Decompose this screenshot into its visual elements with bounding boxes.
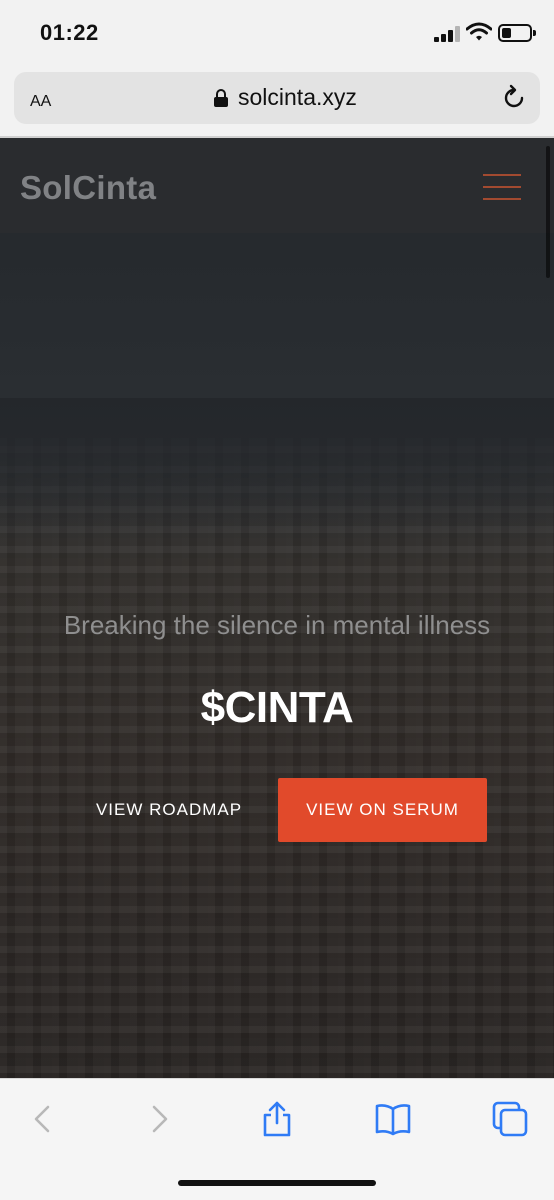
address-bar[interactable]: AA solcinta.xyz <box>14 72 540 124</box>
home-indicator[interactable] <box>178 1180 376 1186</box>
view-roadmap-button[interactable]: VIEW ROADMAP <box>88 778 250 842</box>
wifi-icon <box>466 22 492 41</box>
reload-icon[interactable] <box>500 84 528 112</box>
hero-ticker: $CINTA <box>200 683 354 732</box>
view-on-serum-button[interactable]: VIEW ON SERUM <box>278 778 487 842</box>
chevron-right-icon[interactable] <box>140 1099 180 1139</box>
url-text: solcinta.xyz <box>238 84 357 110</box>
site-header: SolCinta <box>0 138 554 233</box>
status-bar: 01:22 <box>0 0 554 66</box>
battery-icon <box>498 24 536 42</box>
tabs-icon[interactable] <box>490 1099 530 1139</box>
site-logo[interactable]: SolCinta <box>20 169 156 207</box>
chevron-left-icon[interactable] <box>22 1099 62 1139</box>
hero-horizon-fade <box>0 398 554 538</box>
text-size-button[interactable]: AA <box>30 86 51 112</box>
page-scrollbar[interactable] <box>546 146 550 278</box>
cellular-signal-icon <box>434 26 460 42</box>
share-icon[interactable] <box>257 1099 297 1139</box>
web-viewport[interactable]: SolCinta Breaking the silence in mental … <box>0 138 554 1078</box>
url-field[interactable]: solcinta.xyz <box>214 84 357 111</box>
status-time: 01:22 <box>40 20 99 45</box>
hamburger-menu-icon[interactable] <box>483 174 521 200</box>
hero-tagline: Breaking the silence in mental illness <box>63 610 491 640</box>
lock-icon <box>214 88 228 107</box>
book-icon[interactable] <box>373 1099 413 1139</box>
